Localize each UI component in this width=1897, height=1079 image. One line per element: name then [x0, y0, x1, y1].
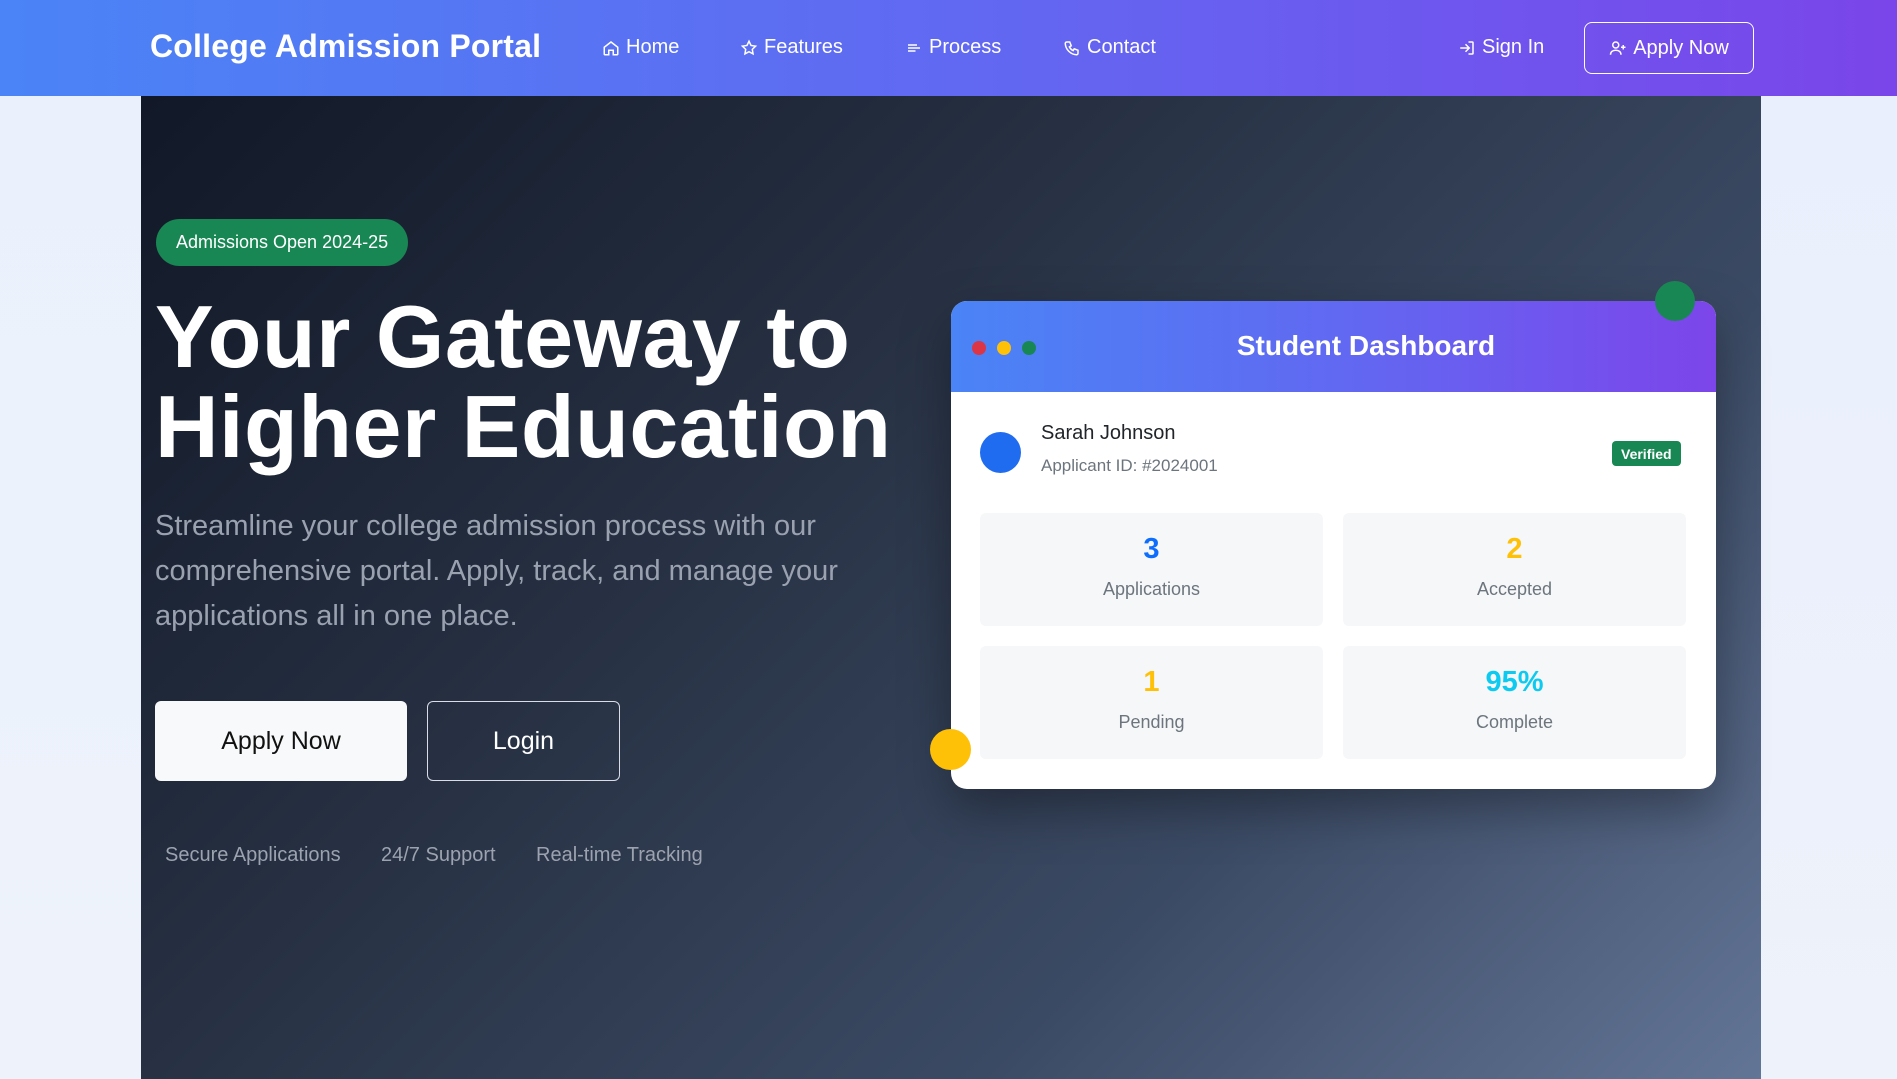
stat-applications-value: 3	[1143, 533, 1160, 565]
hero-title-line-2: Higher Education	[155, 377, 892, 476]
nav-features[interactable]: Features	[740, 36, 843, 59]
dashboard-title: Student Dashboard	[1236, 330, 1496, 361]
add-user-icon	[1609, 41, 1626, 55]
stat-complete-value: 95%	[1485, 666, 1544, 698]
stat-pending-label: Pending	[1118, 712, 1185, 732]
nav-contact-label: Contact	[1087, 36, 1156, 58]
applicant-id: Applicant ID: #2024001	[1041, 456, 1218, 475]
nav-process[interactable]: Process	[905, 36, 1001, 59]
user-name: Sarah Johnson	[1041, 422, 1176, 444]
stat-accepted-label: Accepted	[1476, 579, 1553, 599]
sign-in-label: Sign In	[1482, 36, 1545, 58]
nav-contact[interactable]: Contact	[1063, 36, 1156, 59]
nav-apply-button[interactable]: Apply Now	[1584, 22, 1754, 74]
stat-accepted: 2 Accepted	[1343, 513, 1686, 626]
hero-subtitle: Streamline your college admission proces…	[155, 510, 838, 632]
hero-login-button[interactable]: Login	[427, 701, 620, 781]
feature-secure: Secure Applications	[165, 844, 341, 866]
star-icon	[740, 39, 758, 55]
feature-tracking: Real-time Tracking	[536, 844, 703, 866]
student-dashboard-card: Student Dashboard Sarah Johnson Applican…	[951, 301, 1716, 789]
nav-features-label: Features	[764, 36, 843, 58]
feature-support: 24/7 Support	[381, 844, 496, 866]
hero-title-line-1: Your Gateway to	[155, 287, 851, 386]
hero-title: Your Gateway to Higher Education	[155, 292, 955, 472]
decorative-green-circle	[1655, 281, 1695, 321]
page-background-right	[1761, 96, 1897, 1079]
dashboard-header: Student Dashboard	[951, 301, 1716, 392]
sign-in-link[interactable]: Sign In	[1458, 36, 1544, 59]
navbar: College Admission Portal Home Features P…	[0, 0, 1897, 96]
admissions-badge: Admissions Open 2024-25	[156, 219, 409, 266]
stat-complete-label: Complete	[1475, 712, 1554, 732]
nav-home-label: Home	[626, 36, 680, 58]
nav-apply-label: Apply Now	[1633, 36, 1729, 59]
stat-applications-label: Applications	[1102, 579, 1201, 599]
decorative-yellow-circle	[930, 729, 971, 770]
stat-complete: 95% Complete	[1343, 646, 1686, 759]
stat-pending: 1 Pending	[980, 646, 1323, 759]
nav-process-label: Process	[929, 36, 1002, 58]
brand-logo[interactable]: College Admission Portal	[150, 28, 541, 65]
home-icon	[603, 40, 619, 55]
avatar	[980, 432, 1021, 473]
page-background-left	[0, 96, 141, 1079]
phone-icon	[1064, 40, 1079, 56]
stat-pending-value: 1	[1143, 666, 1160, 698]
nav-home[interactable]: Home	[602, 36, 679, 59]
hero-apply-button[interactable]: Apply Now	[155, 701, 407, 781]
stat-applications: 3 Applications	[980, 513, 1323, 626]
list-icon	[908, 43, 920, 52]
sign-in-icon	[1460, 40, 1474, 55]
verified-badge: Verified	[1612, 441, 1681, 466]
stat-accepted-value: 2	[1506, 533, 1523, 565]
